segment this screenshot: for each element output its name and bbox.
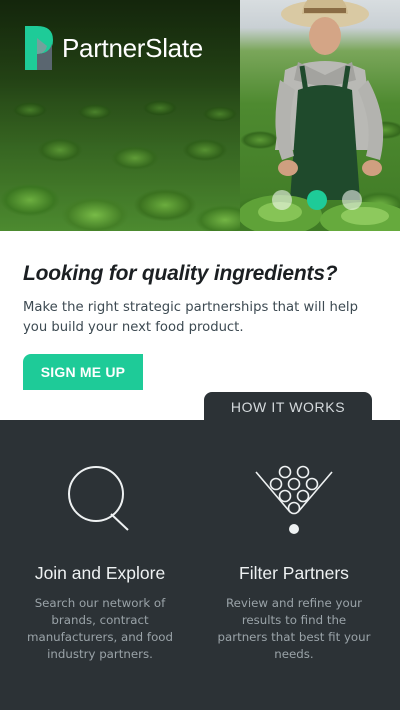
brand-name: PartnerSlate <box>62 32 203 63</box>
carousel-dot-2[interactable] <box>307 190 327 210</box>
funnel-filter-icon <box>255 465 333 534</box>
hero-banner: PartnerSlate <box>0 0 400 231</box>
page-headline: Looking for quality ingredients? <box>23 262 338 285</box>
feature-description: Search our network of brands, contract m… <box>26 596 173 661</box>
carousel-dot-1[interactable] <box>272 190 292 210</box>
brand-logo[interactable]: PartnerSlate <box>23 24 203 72</box>
feature-description: Review and refine your results to find t… <box>217 596 371 661</box>
feature-title: Filter Partners <box>239 563 349 583</box>
sign-me-up-button[interactable]: SIGN ME UP <box>23 354 143 390</box>
tab-how-it-works[interactable]: HOW IT WORKS <box>204 392 372 422</box>
magnifying-glass-icon <box>68 466 129 531</box>
intro-subtext: Make the right strategic partnerships th… <box>23 300 358 335</box>
partnerslate-logo-icon <box>23 24 55 72</box>
how-it-works-section: Join and Explore Search our network of b… <box>0 420 400 710</box>
feature-title: Join and Explore <box>34 563 166 583</box>
carousel-dot-3[interactable] <box>342 190 362 210</box>
carousel-dots <box>272 190 362 210</box>
